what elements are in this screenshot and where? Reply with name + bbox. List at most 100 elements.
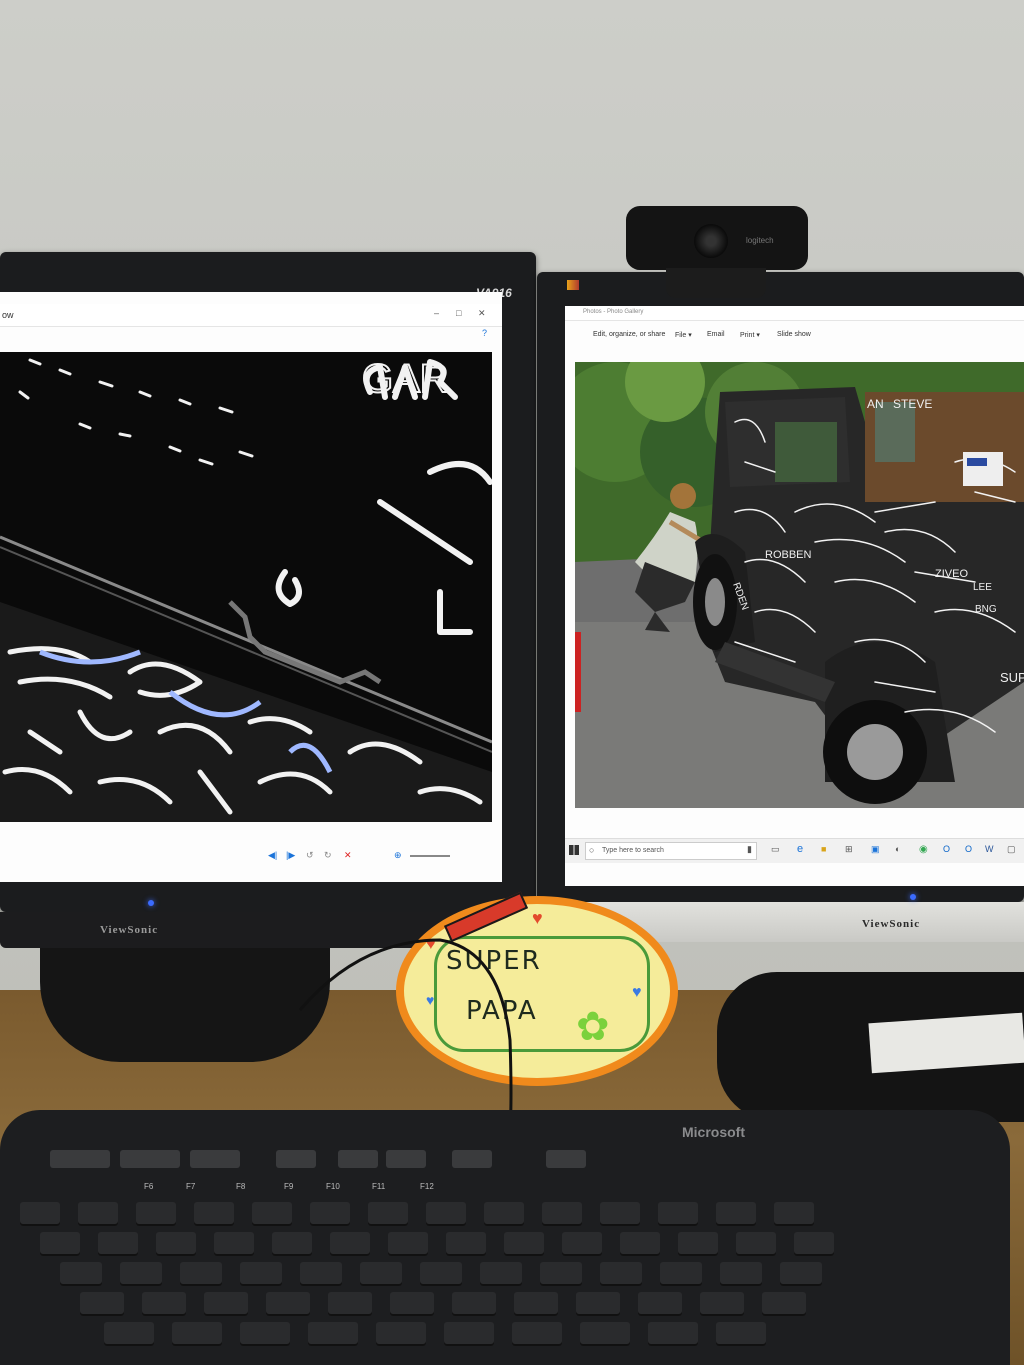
photos-icon[interactable]: ▣: [871, 844, 880, 855]
keyboard-key[interactable]: [638, 1292, 682, 1316]
keyboard-key[interactable]: [794, 1232, 834, 1256]
keyboard-key[interactable]: [452, 1292, 496, 1316]
keyboard-key[interactable]: [700, 1292, 744, 1316]
keyboard-key[interactable]: [658, 1202, 698, 1226]
keyboard-key[interactable]: [240, 1262, 282, 1286]
keyboard-key[interactable]: [426, 1202, 466, 1226]
keyboard-key[interactable]: [716, 1202, 756, 1226]
keyboard-key[interactable]: [360, 1262, 402, 1286]
keyboard-key[interactable]: [762, 1292, 806, 1316]
keyboard-key[interactable]: [214, 1232, 254, 1256]
microphone-icon[interactable]: ▮: [747, 844, 752, 855]
keyboard-key[interactable]: [368, 1202, 408, 1226]
store-icon[interactable]: ⊞: [845, 844, 853, 855]
keyboard-key[interactable]: [120, 1262, 162, 1286]
f-key[interactable]: [546, 1150, 586, 1168]
windows-start-icon[interactable]: [569, 845, 579, 855]
keyboard-key[interactable]: [308, 1322, 358, 1346]
keyboard-key[interactable]: [648, 1322, 698, 1346]
edge-icon[interactable]: e: [797, 843, 803, 855]
f-key[interactable]: [50, 1150, 110, 1168]
rotate-right-icon[interactable]: ↻: [324, 850, 332, 861]
delete-icon[interactable]: ✕: [344, 850, 352, 861]
keyboard-key[interactable]: [420, 1262, 462, 1286]
keyboard-key[interactable]: [252, 1202, 292, 1226]
keyboard-key[interactable]: [576, 1292, 620, 1316]
keyboard-key[interactable]: [542, 1202, 582, 1226]
help-icon[interactable]: ?: [482, 328, 487, 338]
keyboard-key[interactable]: [78, 1202, 118, 1226]
f-key[interactable]: [276, 1150, 316, 1168]
keyboard-key[interactable]: [204, 1292, 248, 1316]
zoom-slider[interactable]: [410, 855, 450, 857]
keyboard-key[interactable]: [40, 1232, 80, 1256]
keyboard-key[interactable]: [580, 1322, 630, 1346]
email-button[interactable]: Email: [707, 331, 725, 338]
f-key[interactable]: [386, 1150, 426, 1168]
keyboard-key[interactable]: [780, 1262, 822, 1286]
f-key[interactable]: [120, 1150, 180, 1168]
f-key[interactable]: [338, 1150, 378, 1168]
keyboard-key[interactable]: [512, 1322, 562, 1346]
taskbar-search-box[interactable]: ○ Type here to search: [585, 842, 757, 860]
close-button[interactable]: ✕: [478, 308, 486, 319]
keyboard-key[interactable]: [80, 1292, 124, 1316]
zoom-icon[interactable]: ⊕: [394, 850, 402, 861]
keyboard-key[interactable]: [504, 1232, 544, 1256]
keyboard-key[interactable]: [620, 1232, 660, 1256]
outlook-icon[interactable]: O: [943, 844, 950, 854]
keyboard-key[interactable]: [600, 1202, 640, 1226]
edit-organize-button[interactable]: Edit, organize, or share: [593, 331, 665, 338]
chrome-icon[interactable]: ◉: [919, 844, 928, 855]
keyboard-key[interactable]: [720, 1262, 762, 1286]
f-key[interactable]: [452, 1150, 492, 1168]
keyboard-key[interactable]: [240, 1322, 290, 1346]
media-icon[interactable]: ◐: [895, 844, 900, 854]
keyboard-key[interactable]: [300, 1262, 342, 1286]
keyboard-key[interactable]: [444, 1322, 494, 1346]
keyboard-key[interactable]: [678, 1232, 718, 1256]
keyboard-key[interactable]: [390, 1292, 434, 1316]
keyboard-key[interactable]: [736, 1232, 776, 1256]
keyboard-key[interactable]: [600, 1262, 642, 1286]
slideshow-button[interactable]: Slide show: [777, 331, 811, 338]
keyboard-key[interactable]: [562, 1232, 602, 1256]
keyboard-key[interactable]: [142, 1292, 186, 1316]
keyboard-key[interactable]: [484, 1202, 524, 1226]
maximize-button[interactable]: □: [456, 308, 461, 318]
keyboard-key[interactable]: [136, 1202, 176, 1226]
task-view-icon[interactable]: ▭: [771, 844, 780, 855]
keyboard-key[interactable]: [716, 1322, 766, 1346]
keyboard-key[interactable]: [180, 1262, 222, 1286]
f-key[interactable]: [190, 1150, 240, 1168]
keyboard-key[interactable]: [480, 1262, 522, 1286]
outlook-2-icon[interactable]: O: [965, 844, 972, 854]
keyboard-key[interactable]: [388, 1232, 428, 1256]
keyboard-key[interactable]: [156, 1232, 196, 1256]
file-menu[interactable]: File ▾: [675, 331, 692, 339]
word-icon[interactable]: W: [985, 844, 994, 854]
keyboard-key[interactable]: [104, 1322, 154, 1346]
print-menu[interactable]: Print ▾: [740, 331, 760, 339]
file-explorer-icon[interactable]: ■: [821, 844, 826, 854]
minimize-button[interactable]: –: [434, 308, 439, 318]
keyboard-key[interactable]: [60, 1262, 102, 1286]
keyboard-key[interactable]: [20, 1202, 60, 1226]
keyboard-key[interactable]: [272, 1232, 312, 1256]
keyboard-key[interactable]: [310, 1202, 350, 1226]
next-icon[interactable]: |▶: [286, 850, 295, 861]
keyboard-key[interactable]: [774, 1202, 814, 1226]
rotate-left-icon[interactable]: ↺: [306, 850, 314, 861]
keyboard-key[interactable]: [330, 1232, 370, 1256]
keyboard-key[interactable]: [172, 1322, 222, 1346]
keyboard-key[interactable]: [446, 1232, 486, 1256]
keyboard-key[interactable]: [540, 1262, 582, 1286]
keyboard-key[interactable]: [194, 1202, 234, 1226]
keyboard-key[interactable]: [660, 1262, 702, 1286]
keyboard-key[interactable]: [98, 1232, 138, 1256]
previous-icon[interactable]: ◀|: [268, 850, 277, 861]
keyboard-key[interactable]: [328, 1292, 372, 1316]
keyboard-key[interactable]: [514, 1292, 558, 1316]
tray-icon[interactable]: ▢: [1007, 844, 1016, 855]
keyboard-key[interactable]: [266, 1292, 310, 1316]
